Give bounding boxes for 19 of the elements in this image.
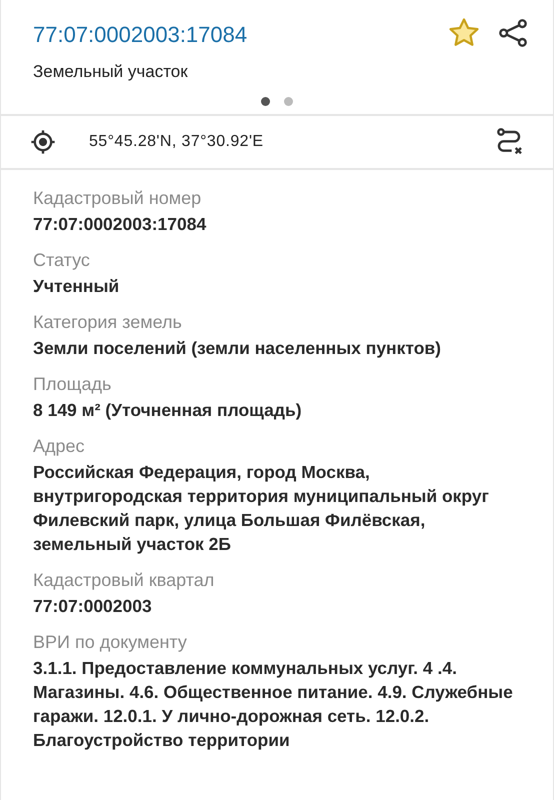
field-label: Кадастровый номер (33, 186, 202, 210)
cadastral-title: 77:07:0002003:17084 (33, 21, 248, 49)
field-label: ВРИ по документу (33, 630, 188, 654)
share-icon[interactable] (497, 17, 529, 49)
field-value: 77:07:0002003 (33, 594, 153, 618)
field-label: Категория земель (33, 310, 183, 334)
locate-icon[interactable] (29, 128, 57, 156)
field-value: Российская Федерация, город Москва, внутригородская территория муниципальный округ Филевский парк, улица Большая Филёвская, земельный участок 2Б (33, 460, 490, 556)
coordinates: 55°45.28'N, 37°30.92'E (89, 132, 264, 152)
field-label: Кадастровый квартал (33, 568, 216, 592)
field-value: 77:07:0002003:17084 (33, 212, 208, 236)
field-label: Площадь (33, 372, 112, 396)
field-value: 3.1.1. Предоставление коммунальных услуг. 4 .4. Магазины. 4.6. Общественное питание. 4.9. Служебные гаражи. 12.0.1. У лично-дорожная сеть. 12.0.2. Благоустройство территории (33, 656, 514, 752)
field-label: Адрес (33, 434, 86, 458)
object-type: Земельный участок (33, 61, 189, 83)
field-value: Учтенный (33, 274, 120, 298)
field-label: Статус (33, 248, 91, 272)
field-value: Земли поселений (земли населенных пунктов) (33, 336, 442, 360)
field-value: 8 149 м² (Уточненная площадь) (33, 398, 303, 422)
